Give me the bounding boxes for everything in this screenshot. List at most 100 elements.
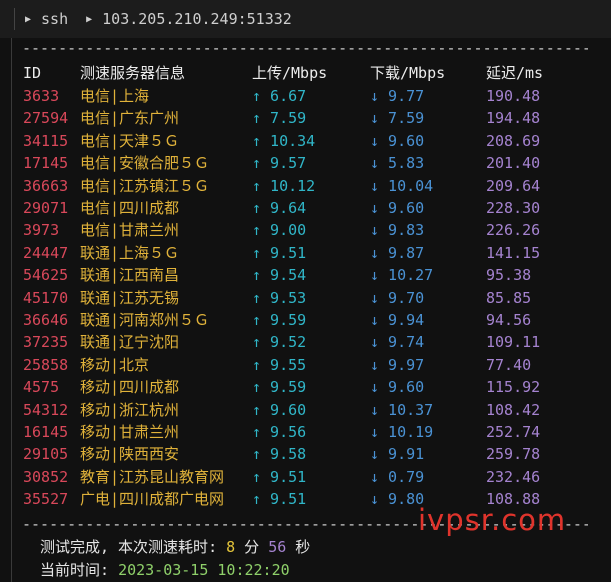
row-server: 移动|北京 bbox=[80, 355, 150, 374]
elapsed-seconds: 56 bbox=[268, 538, 287, 556]
row-server: 电信|安徽合肥５Ｇ bbox=[80, 154, 210, 173]
row-upload: ↑ 9.59 bbox=[252, 311, 307, 329]
header-download: 下载/Mbps bbox=[370, 64, 446, 82]
chevron-right-icon: ▶ bbox=[25, 13, 32, 25]
current-time-line: 当前时间: 2023-03-15 10:22:20 bbox=[40, 559, 290, 580]
row-download: ↓ 9.77 bbox=[370, 87, 425, 105]
test-complete-label: 测试完成, 本次测速耗时: bbox=[40, 538, 227, 556]
row-latency: 108.42 bbox=[486, 400, 541, 419]
row-upload: ↑ 9.64 bbox=[252, 199, 307, 217]
row-id: 16145 bbox=[23, 423, 69, 441]
header-id: ID bbox=[23, 64, 42, 82]
row-id: 35527 bbox=[23, 490, 69, 509]
row-latency: 94.56 bbox=[486, 311, 532, 329]
row-id: 30852 bbox=[23, 467, 69, 486]
row-server: 广电|四川成都广电网 bbox=[80, 490, 225, 509]
seconds-unit: 秒 bbox=[286, 538, 311, 556]
row-upload: ↑ 7.59 bbox=[252, 109, 307, 128]
minutes-unit: 分 bbox=[235, 538, 269, 556]
row-download: ↓ 9.83 bbox=[370, 221, 425, 240]
row-server: 联通|辽宁沈阳 bbox=[80, 333, 180, 352]
row-latency: 77.40 bbox=[486, 355, 532, 374]
row-upload: ↑ 10.34 bbox=[252, 131, 316, 150]
row-latency: 115.92 bbox=[486, 378, 541, 397]
row-server: 移动|四川成都 bbox=[80, 378, 180, 397]
row-id: 3973 bbox=[23, 221, 60, 240]
row-server: 电信|天津５Ｇ bbox=[80, 131, 180, 150]
row-upload: ↑ 9.56 bbox=[252, 423, 307, 441]
row-id: 25858 bbox=[23, 355, 69, 374]
row-server: 教育|江苏昆山教育网 bbox=[80, 467, 225, 486]
row-download: ↓ 9.80 bbox=[370, 490, 425, 509]
current-time-label: 当前时间: bbox=[40, 561, 119, 579]
row-id: 36646 bbox=[23, 311, 69, 329]
row-upload: ↑ 9.59 bbox=[252, 378, 307, 397]
test-complete-line: 测试完成, 本次测速耗时: 8 分 56 秒 bbox=[40, 536, 310, 557]
row-latency: 109.11 bbox=[486, 333, 541, 352]
row-upload: ↑ 9.52 bbox=[252, 333, 307, 352]
row-latency: 201.40 bbox=[486, 154, 541, 173]
row-server: 移动|甘肃兰州 bbox=[80, 423, 180, 441]
row-latency: 252.74 bbox=[486, 423, 541, 441]
row-download: ↓ 10.04 bbox=[370, 176, 434, 195]
row-download: ↓ 9.70 bbox=[370, 288, 425, 307]
row-server: 电信|四川成都 bbox=[80, 199, 180, 217]
row-latency: 209.64 bbox=[486, 176, 541, 195]
header-latency: 延迟/ms bbox=[486, 64, 544, 82]
row-download: ↓ 10.19 bbox=[370, 423, 434, 441]
terminal-titlebar: ▶ ssh ▶ 103.205.210.249:51332 bbox=[0, 0, 611, 38]
row-latency: 95.38 bbox=[486, 266, 532, 285]
titlebar-segment-ssh[interactable]: ssh bbox=[41, 10, 68, 28]
row-upload: ↑ 9.51 bbox=[252, 490, 307, 509]
row-upload: ↑ 9.54 bbox=[252, 266, 307, 285]
row-id: 34115 bbox=[23, 131, 69, 150]
row-upload: ↑ 9.58 bbox=[252, 445, 307, 464]
row-download: ↓ 9.60 bbox=[370, 378, 425, 397]
row-download: ↓ 9.74 bbox=[370, 333, 425, 352]
row-latency: 190.48 bbox=[486, 87, 541, 105]
row-download: ↓ 10.37 bbox=[370, 400, 434, 419]
row-upload: ↑ 9.00 bbox=[252, 221, 307, 240]
row-download: ↓ 9.87 bbox=[370, 243, 425, 262]
row-download: ↓ 9.94 bbox=[370, 311, 425, 329]
row-server: 电信|江苏镇江５Ｇ bbox=[80, 176, 210, 195]
titlebar-divider bbox=[14, 8, 15, 30]
row-id: 54625 bbox=[23, 266, 69, 285]
row-latency: 141.15 bbox=[486, 243, 541, 262]
row-server: 电信|甘肃兰州 bbox=[80, 221, 180, 240]
chevron-right-icon: ▶ bbox=[86, 13, 93, 25]
row-upload: ↑ 9.60 bbox=[252, 400, 307, 419]
row-id: 54312 bbox=[23, 400, 69, 419]
row-download: ↓ 9.91 bbox=[370, 445, 425, 464]
row-server: 联通|河南郑州５Ｇ bbox=[80, 311, 210, 329]
row-download: ↓ 7.59 bbox=[370, 109, 425, 128]
row-upload: ↑ 10.12 bbox=[252, 176, 316, 195]
row-id: 45170 bbox=[23, 288, 69, 307]
watermark-logo: ivpsr.com bbox=[418, 503, 567, 537]
row-server: 联通|江西南昌 bbox=[80, 266, 180, 285]
row-id: 27594 bbox=[23, 109, 69, 128]
row-server: 联通|江苏无锡 bbox=[80, 288, 180, 307]
row-id: 37235 bbox=[23, 333, 69, 352]
row-download: ↓ 9.60 bbox=[370, 199, 425, 217]
row-server: 移动|浙江杭州 bbox=[80, 400, 180, 419]
row-upload: ↑ 9.51 bbox=[252, 243, 307, 262]
row-download: ↓ 5.83 bbox=[370, 154, 425, 173]
row-latency: 85.85 bbox=[486, 288, 532, 307]
terminal-left-border bbox=[11, 38, 12, 582]
row-id: 17145 bbox=[23, 154, 69, 173]
row-upload: ↑ 9.55 bbox=[252, 355, 307, 374]
row-latency: 259.78 bbox=[486, 445, 541, 464]
row-server: 移动|陕西西安 bbox=[80, 445, 180, 464]
row-id: 29105 bbox=[23, 445, 69, 464]
divider-top: ----------------------------------------… bbox=[22, 40, 588, 56]
row-download: ↓ 10.27 bbox=[370, 266, 434, 285]
elapsed-minutes: 8 bbox=[226, 538, 236, 556]
titlebar-segment-host[interactable]: 103.205.210.249:51332 bbox=[102, 10, 292, 28]
row-id: 24447 bbox=[23, 243, 69, 262]
row-download: ↓ 9.60 bbox=[370, 131, 425, 150]
row-download: ↓ 0.79 bbox=[370, 467, 425, 486]
header-upload: 上传/Mbps bbox=[252, 64, 328, 82]
row-id: 3633 bbox=[23, 87, 60, 105]
row-server: 电信|广东广州 bbox=[80, 109, 180, 128]
